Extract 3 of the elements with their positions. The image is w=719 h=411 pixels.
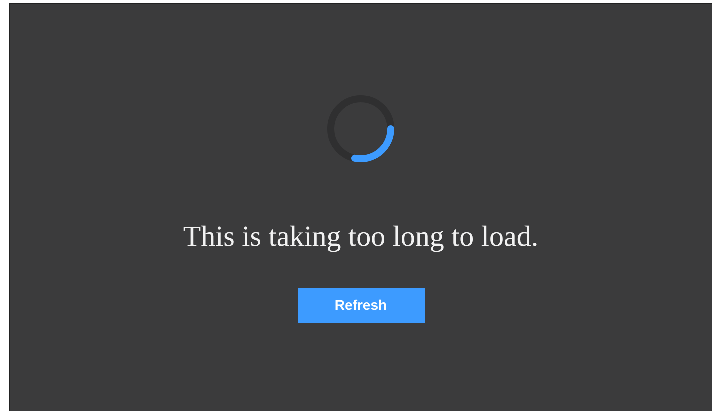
refresh-button[interactable]: Refresh — [298, 288, 424, 324]
loading-spinner-icon — [326, 94, 396, 164]
message-text: This is taking too long to load. — [183, 220, 539, 255]
